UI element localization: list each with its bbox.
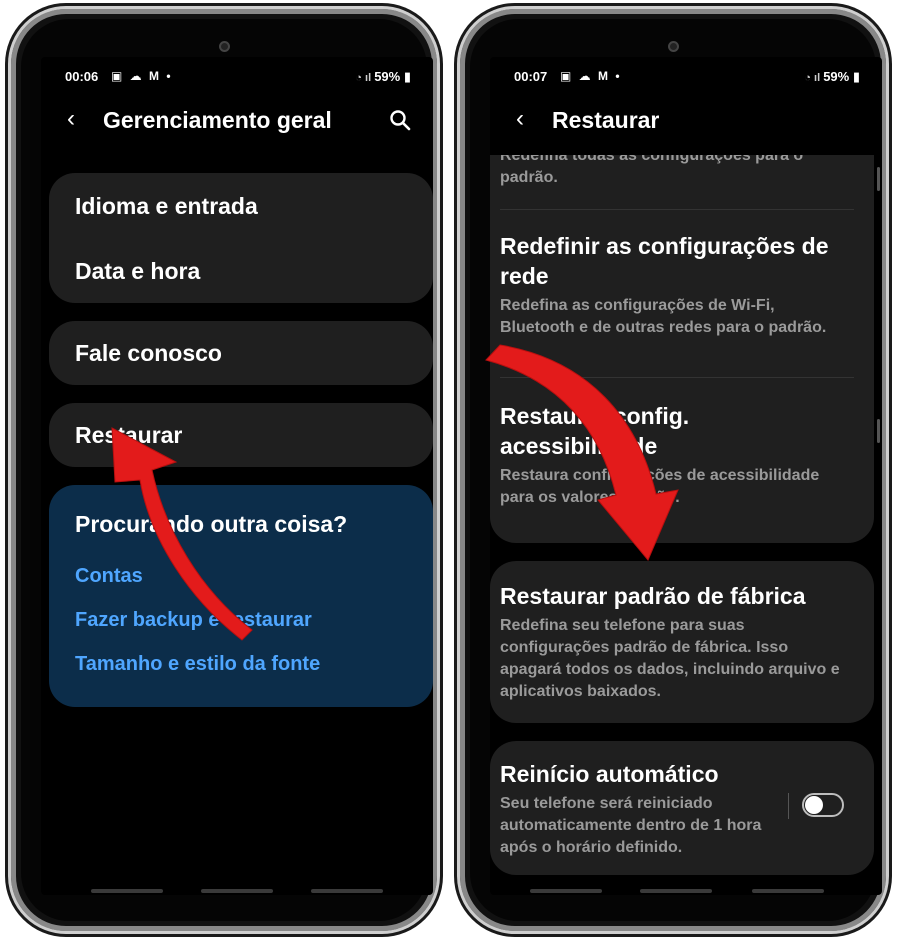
scrollbar[interactable] [877,167,880,191]
page-title: Restaurar [552,107,660,133]
nav-recents[interactable] [91,889,163,893]
nav-back[interactable] [752,889,824,893]
status-time: 00:06 [65,69,99,84]
option-title: Restaurar padrão de fábrica [500,583,806,609]
link-backup[interactable]: Fazer backup e restaurar [75,609,312,632]
right-screen: 00:07 ▣ ☁ M • ◔ ıl 59% ▮ ‹ Restaurar Red… [490,57,882,895]
battery-level: ◔ ıl 59% ▮ [804,69,860,84]
menu-item-idioma[interactable]: Idioma e entrada [75,193,258,220]
menu-item-fale-conosco[interactable]: Fale conosco [75,340,222,367]
status-time: 00:07 [514,69,548,84]
battery-icon: ▮ [849,69,860,84]
divider [500,377,854,378]
notification-icons: ▣ ☁ M • [111,69,173,83]
option-title: Restaurar config. acessibilidade [500,403,690,459]
left-phone: 00:06 ▣ ☁ M • ◔ ıl 59% ▮ ‹ Gerenciamento… [8,6,440,934]
option-description: Restaura configurações de acessibilidade… [500,467,820,506]
scrollbar-thumb[interactable] [877,419,880,443]
settings-group-contact: Fale conosco [49,321,433,385]
link-contas[interactable]: Contas [75,565,143,588]
wifi-icon: ◔ ıl [804,72,824,84]
back-icon[interactable]: ‹ [67,105,75,133]
settings-group-reset: Restaurar [49,403,433,467]
app-bar: ‹ Restaurar [490,103,882,143]
nav-back[interactable] [311,889,383,893]
menu-item-restaurar[interactable]: Restaurar [75,422,182,449]
front-camera-icon [219,41,230,52]
nav-home[interactable] [640,889,712,893]
settings-group-language: Idioma e entrada Data e hora [49,173,433,303]
nav-recents[interactable] [530,889,602,893]
auto-restart-toggle[interactable] [802,793,844,817]
menu-item-data-hora[interactable]: Data e hora [75,258,200,285]
option-title: Reinício automático [500,761,719,787]
option-description: Redefina as configurações de Wi‑Fi, Blue… [500,297,827,336]
status-bar: 00:06 ▣ ☁ M • ◔ ıl 59% ▮ [65,69,411,87]
option-title: Redefinir as configurações de rede [500,233,829,289]
notification-icons: ▣ ☁ M • [560,69,622,83]
option-description: Seu telefone será reiniciado automaticam… [500,795,762,856]
suggestions-card: Procurando outra coisa? Contas Fazer bac… [49,485,433,707]
suggestions-heading: Procurando outra coisa? [75,511,348,537]
toggle-knob [805,796,823,814]
link-fonte[interactable]: Tamanho e estilo da fonte [75,653,320,676]
left-bezel: 00:06 ▣ ☁ M • ◔ ıl 59% ▮ ‹ Gerenciamento… [21,19,433,921]
wifi-icon: ◔ ıl [355,72,375,84]
right-bezel: 00:07 ▣ ☁ M • ◔ ıl 59% ▮ ‹ Restaurar Red… [470,19,882,921]
right-phone: 00:07 ▣ ☁ M • ◔ ıl 59% ▮ ‹ Restaurar Red… [457,6,889,934]
front-camera-icon [668,41,679,52]
divider [500,209,854,210]
partial-description: Redefina todas as configurações para o p… [500,155,804,186]
app-bar: ‹ Gerenciamento geral [41,103,433,143]
option-description: Redefina seu telefone para suas configur… [500,617,840,700]
battery-icon: ▮ [400,69,411,84]
separator [788,793,789,819]
option-factory-reset[interactable]: Restaurar padrão de fábrica Redefina seu… [490,561,874,723]
reset-options-group: Redefina todas as configurações para o p… [490,155,874,543]
nav-home[interactable] [201,889,273,893]
back-icon[interactable]: ‹ [516,105,524,133]
search-icon[interactable] [389,109,411,131]
page-title: Gerenciamento geral [103,107,332,133]
left-screen: 00:06 ▣ ☁ M • ◔ ıl 59% ▮ ‹ Gerenciamento… [41,57,433,895]
status-bar: 00:07 ▣ ☁ M • ◔ ıl 59% ▮ [514,69,860,87]
battery-level: ◔ ıl 59% ▮ [355,69,411,84]
option-auto-restart[interactable]: Reinício automático Seu telefone será re… [490,741,874,875]
